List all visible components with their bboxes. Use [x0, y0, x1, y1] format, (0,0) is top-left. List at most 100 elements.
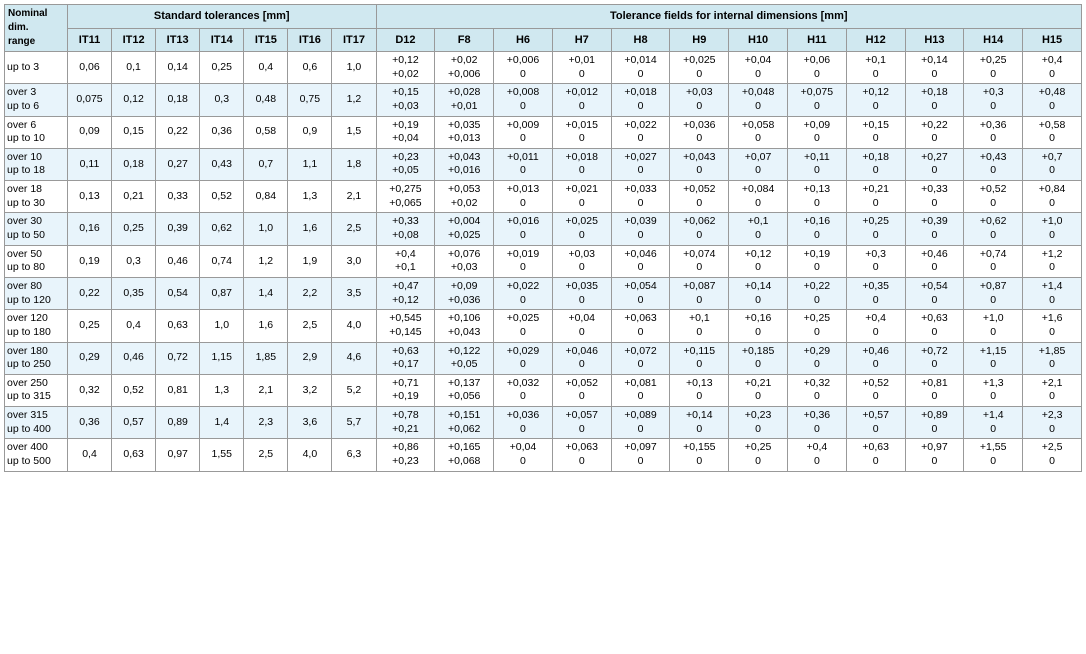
tol-val: +0,10: [729, 213, 788, 245]
tol-val: +0,620: [964, 213, 1023, 245]
tol-col-h13: H13: [905, 28, 964, 52]
std-val: 5,2: [332, 374, 376, 406]
std-val: 1,2: [332, 84, 376, 116]
dim-range-cell: over 10up to 18: [5, 148, 68, 180]
tol-val: +0,0060: [494, 52, 553, 84]
tol-val: +0,78+0,21: [376, 407, 435, 439]
std-val: 0,18: [156, 84, 200, 116]
tol-col-h12: H12: [846, 28, 905, 52]
tol-val: +0,19+0,04: [376, 116, 435, 148]
tol-val: +0,40: [1023, 52, 1082, 84]
tol-val: +0,570: [846, 407, 905, 439]
tol-val: +0,0540: [611, 277, 670, 309]
table-row: over 120up to 1800,250,40,631,01,62,54,0…: [5, 310, 1082, 342]
tol-val: +2,10: [1023, 374, 1082, 406]
tol-col-h14: H14: [964, 28, 1023, 52]
tol-val: +0,090: [787, 116, 846, 148]
std-val: 1,55: [200, 439, 244, 471]
tol-val: +0,870: [964, 277, 1023, 309]
std-val: 0,58: [244, 116, 288, 148]
table-row: over 80up to 1200,220,350,540,871,42,23,…: [5, 277, 1082, 309]
std-val: 0,36: [200, 116, 244, 148]
tol-val: +0,0220: [611, 116, 670, 148]
tol-val: +0,320: [787, 374, 846, 406]
tol-val: +0,0350: [552, 277, 611, 309]
tol-val: +0,230: [729, 407, 788, 439]
std-val: 0,57: [112, 407, 156, 439]
tol-val: +0,275+0,065: [376, 181, 435, 213]
tol-val: +0,0130: [494, 181, 553, 213]
table-row: over 180up to 2500,290,460,721,151,852,9…: [5, 342, 1082, 374]
std-val: 0,1: [112, 52, 156, 84]
tol-val: +0,0250: [552, 213, 611, 245]
std-val: 0,22: [67, 277, 111, 309]
tol-val: +0,122+0,05: [435, 342, 494, 374]
tol-val: +0,0330: [611, 181, 670, 213]
std-val: 0,25: [200, 52, 244, 84]
std-val: 0,4: [244, 52, 288, 84]
std-val: 2,2: [288, 277, 332, 309]
std-val: 0,97: [156, 439, 200, 471]
std-val: 1,0: [244, 213, 288, 245]
table-row: over 250up to 3150,320,520,811,32,13,25,…: [5, 374, 1082, 406]
tol-val: +0,165+0,068: [435, 439, 494, 471]
tol-val: +0,0140: [611, 52, 670, 84]
table-row: over 3up to 60,0750,120,180,30,480,751,2…: [5, 84, 1082, 116]
std-val: 0,16: [67, 213, 111, 245]
std-val: 0,18: [112, 148, 156, 180]
tol-val: +0,460: [846, 342, 905, 374]
std-val: 0,63: [156, 310, 200, 342]
tol-val: +0,70: [1023, 148, 1082, 180]
std-val: 1,9: [288, 245, 332, 277]
tol-val: +0,840: [1023, 181, 1082, 213]
tol-col-h8: H8: [611, 28, 670, 52]
std-val: 0,62: [200, 213, 244, 245]
tol-val: +1,00: [964, 310, 1023, 342]
tol-val: +0,33+0,08: [376, 213, 435, 245]
std-val: 1,0: [332, 52, 376, 84]
table-row: over 400up to 5000,40,630,971,552,54,06,…: [5, 439, 1082, 471]
tol-val: +0,0290: [494, 342, 553, 374]
tol-val: +0,0110: [494, 148, 553, 180]
tol-val: +0,360: [787, 407, 846, 439]
std-val: 0,74: [200, 245, 244, 277]
tol-val: +0,350: [846, 277, 905, 309]
tol-col-h15: H15: [1023, 28, 1082, 52]
std-val: 0,12: [112, 84, 156, 116]
tol-val: +0,028+0,01: [435, 84, 494, 116]
std-val: 1,85: [244, 342, 288, 374]
tol-val: +0,0220: [494, 277, 553, 309]
tol-val: +0,720: [905, 342, 964, 374]
tol-val: +0,250: [846, 213, 905, 245]
tol-val: +0,0250: [494, 310, 553, 342]
dim-range-cell: over 120up to 180: [5, 310, 68, 342]
tol-val: +0,0150: [552, 116, 611, 148]
tol-val: +0,0180: [611, 84, 670, 116]
tol-col-h10: H10: [729, 28, 788, 52]
std-col-it14: IT14: [200, 28, 244, 52]
tol-val: +0,120: [729, 245, 788, 277]
table-row: over 6up to 100,090,150,220,360,580,91,5…: [5, 116, 1082, 148]
std-val: 2,5: [288, 310, 332, 342]
std-val: 0,33: [156, 181, 200, 213]
tol-val: +0,47+0,12: [376, 277, 435, 309]
tol-val: +0,15+0,03: [376, 84, 435, 116]
tol-val: +0,0630: [552, 439, 611, 471]
tol-val: +0,0570: [552, 407, 611, 439]
dim-range-cell: over 3up to 6: [5, 84, 68, 116]
tol-val: +1,850: [1023, 342, 1082, 374]
std-val: 0,15: [112, 116, 156, 148]
tol-val: +0,030: [552, 245, 611, 277]
tol-val: +0,63+0,17: [376, 342, 435, 374]
std-val: 1,15: [200, 342, 244, 374]
std-val: 2,5: [332, 213, 376, 245]
std-val: 0,32: [67, 374, 111, 406]
std-val: 0,54: [156, 277, 200, 309]
tol-val: +0,360: [964, 116, 1023, 148]
tol-val: +0,0430: [670, 148, 729, 180]
dim-range-cell: over 6up to 10: [5, 116, 68, 148]
std-val: 6,3: [332, 439, 376, 471]
tol-val: +0,0120: [552, 84, 611, 116]
std-val: 0,14: [156, 52, 200, 84]
tol-val: +0,220: [787, 277, 846, 309]
